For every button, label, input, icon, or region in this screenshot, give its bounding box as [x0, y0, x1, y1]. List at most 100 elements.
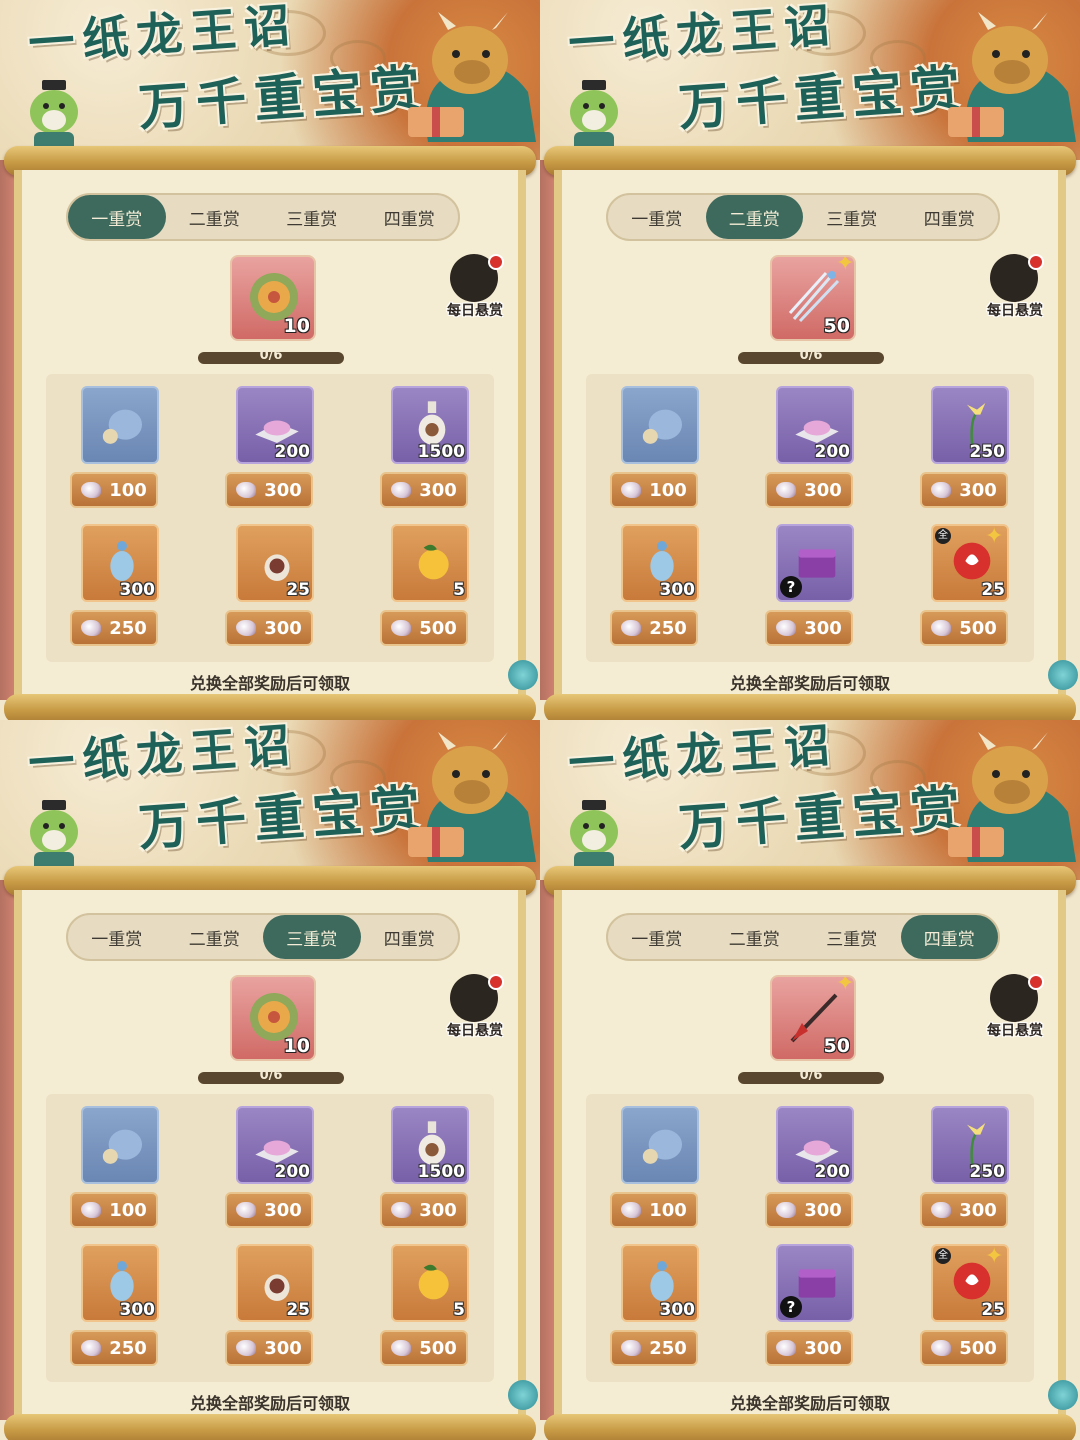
item-slot[interactable]: 300 [81, 1244, 159, 1322]
tab-tier-3[interactable]: 三重赏 [263, 915, 361, 959]
exchange-price-button[interactable]: 300 [225, 1192, 313, 1228]
exchange-price-button[interactable]: 300 [380, 1192, 468, 1228]
daily-bounty-button[interactable]: 每日悬赏 [984, 252, 1046, 324]
exchange-price-button[interactable]: 500 [380, 610, 468, 646]
item-slot[interactable]: 25 [236, 524, 314, 602]
tab-tier-2[interactable]: 二重赏 [166, 915, 264, 959]
exchange-price-button[interactable]: 500 [920, 610, 1008, 646]
item-slot[interactable]: 300 [621, 524, 699, 602]
item-slot[interactable]: 25 [236, 1244, 314, 1322]
exchange-item[interactable]: 300 250 [70, 524, 170, 652]
exchange-price-button[interactable]: 250 [610, 1330, 698, 1366]
exchange-item[interactable]: 100 [610, 386, 710, 514]
item-slot[interactable]: 200 [236, 386, 314, 464]
item-slot[interactable]: 25 全 ✦ [931, 1244, 1009, 1322]
exchange-price-button[interactable]: 250 [70, 610, 158, 646]
item-slot[interactable]: 1500 [391, 386, 469, 464]
exchange-item[interactable]: 5 500 [380, 1244, 480, 1372]
exchange-item[interactable]: 250 300 [920, 1106, 1020, 1234]
item-slot[interactable] [621, 386, 699, 464]
item-slot[interactable]: 25 全 ✦ [931, 524, 1009, 602]
exchange-price-button[interactable]: 300 [380, 472, 468, 508]
tab-tier-4[interactable]: 四重赏 [900, 915, 998, 959]
tab-tier-1[interactable]: 一重赏 [608, 195, 706, 239]
item-slot[interactable]: 300 [621, 1244, 699, 1322]
exchange-price-button[interactable]: 300 [920, 1192, 1008, 1228]
exchange-item[interactable]: 25 300 [225, 1244, 325, 1372]
tab-tier-2[interactable]: 二重赏 [706, 915, 804, 959]
item-slot[interactable]: 250 [931, 1106, 1009, 1184]
exchange-item[interactable]: 25 全 ✦ 500 [920, 524, 1020, 652]
exchange-price-button[interactable]: 300 [765, 472, 853, 508]
exchange-price-button[interactable]: 100 [70, 1192, 158, 1228]
exchange-price-button[interactable]: 250 [70, 1330, 158, 1366]
exchange-item[interactable]: ? 300 [765, 524, 865, 652]
exchange-item[interactable]: 300 250 [610, 1244, 710, 1372]
grand-reward-item[interactable]: ✦ 10 [230, 255, 316, 341]
tab-tier-1[interactable]: 一重赏 [68, 915, 166, 959]
tab-tier-1[interactable]: 一重赏 [68, 195, 166, 239]
exchange-price-button[interactable]: 500 [380, 1330, 468, 1366]
item-slot[interactable] [621, 1106, 699, 1184]
tab-tier-3[interactable]: 三重赏 [263, 195, 361, 239]
item-slot[interactable]: ? [776, 524, 854, 602]
exchange-item[interactable]: 1500 300 [380, 386, 480, 514]
exchange-price-button[interactable]: 300 [920, 472, 1008, 508]
exchange-price-button[interactable]: 300 [765, 610, 853, 646]
exchange-item[interactable]: ? 300 [765, 1244, 865, 1372]
exchange-item[interactable]: 200 300 [765, 386, 865, 514]
item-slot[interactable]: ? [776, 1244, 854, 1322]
exchange-item[interactable]: 100 [70, 386, 170, 514]
exchange-price-button[interactable]: 300 [225, 1330, 313, 1366]
tab-tier-3[interactable]: 三重赏 [803, 195, 901, 239]
exchange-item[interactable]: 200 300 [225, 386, 325, 514]
daily-bounty-label: 每日悬赏 [987, 303, 1043, 319]
tab-tier-3[interactable]: 三重赏 [803, 915, 901, 959]
exchange-price-button[interactable]: 100 [610, 472, 698, 508]
exchange-item[interactable]: 5 500 [380, 524, 480, 652]
item-slot[interactable]: 5 [391, 1244, 469, 1322]
item-slot[interactable]: 250 [931, 386, 1009, 464]
exchange-item[interactable]: 300 250 [70, 1244, 170, 1372]
exchange-item[interactable]: 1500 300 [380, 1106, 480, 1234]
tab-tier-4[interactable]: 四重赏 [361, 915, 459, 959]
exchange-price-button[interactable]: 300 [225, 472, 313, 508]
tab-tier-2[interactable]: 二重赏 [705, 195, 803, 239]
grand-reward-item[interactable]: ✦ 10 [230, 975, 316, 1061]
tab-tier-4[interactable]: 四重赏 [361, 195, 459, 239]
exchange-item[interactable]: 25 全 ✦ 500 [920, 1244, 1020, 1372]
daily-bounty-button[interactable]: 每日悬赏 [984, 972, 1046, 1044]
daily-bounty-button[interactable]: 每日悬赏 [444, 972, 506, 1044]
grand-reward-item[interactable]: ✦ 50 [770, 255, 856, 341]
exchange-price-button[interactable]: 300 [765, 1192, 853, 1228]
exchange-price-button[interactable]: 250 [610, 610, 698, 646]
item-slot[interactable]: 5 [391, 524, 469, 602]
exchange-price-button[interactable]: 300 [225, 610, 313, 646]
item-slot[interactable]: 300 [81, 524, 159, 602]
item-slot[interactable] [81, 386, 159, 464]
exchange-item[interactable]: 300 250 [610, 524, 710, 652]
exchange-price-button[interactable]: 500 [920, 1330, 1008, 1366]
item-slot[interactable]: 200 [776, 386, 854, 464]
reward-panel: 一纸龙王诏 万千重宝赏 一重赏 二重赏 三重赏 四重赏 ✦ 50 0/6 每日悬… [540, 0, 1080, 720]
exchange-price-button[interactable]: 100 [70, 472, 158, 508]
exchange-item[interactable]: 25 300 [225, 524, 325, 652]
notification-dot [1028, 974, 1044, 990]
daily-bounty-button[interactable]: 每日悬赏 [444, 252, 506, 324]
tab-tier-2[interactable]: 二重赏 [166, 195, 264, 239]
tab-tier-4[interactable]: 四重赏 [901, 195, 999, 239]
exchange-price-button[interactable]: 300 [765, 1330, 853, 1366]
item-quantity: 250 [969, 442, 1006, 462]
item-slot[interactable]: 200 [776, 1106, 854, 1184]
exchange-price-button[interactable]: 100 [610, 1192, 698, 1228]
exchange-item[interactable]: 100 [70, 1106, 170, 1234]
item-slot[interactable]: 1500 [391, 1106, 469, 1184]
item-slot[interactable]: 200 [236, 1106, 314, 1184]
exchange-item[interactable]: 250 300 [920, 386, 1020, 514]
item-slot[interactable] [81, 1106, 159, 1184]
tab-tier-1[interactable]: 一重赏 [608, 915, 706, 959]
exchange-item[interactable]: 200 300 [765, 1106, 865, 1234]
grand-reward-item[interactable]: ✦ 50 [770, 975, 856, 1061]
exchange-item[interactable]: 200 300 [225, 1106, 325, 1234]
exchange-item[interactable]: 100 [610, 1106, 710, 1234]
